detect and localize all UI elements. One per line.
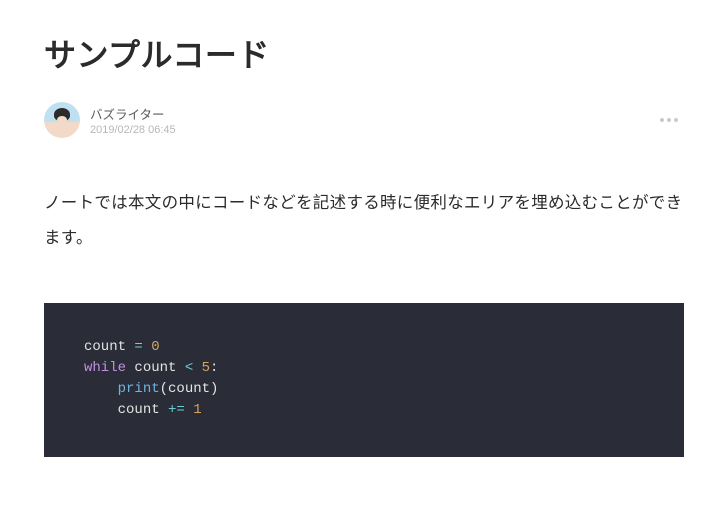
code-token: : [210, 360, 218, 376]
dots-icon [667, 118, 671, 122]
author-meta: バズライター 2019/02/28 06:45 [90, 104, 176, 136]
dots-icon [660, 118, 664, 122]
more-options-button[interactable] [654, 112, 684, 128]
code-token: 0 [151, 339, 159, 355]
author-name[interactable]: バズライター [90, 104, 176, 123]
code-token [84, 381, 118, 397]
code-token: = [126, 339, 151, 355]
code-token: < [185, 360, 193, 376]
article-body: ノートでは本文の中にコードなどを記述する時に便利なエリアを埋め込むことができます… [44, 186, 684, 257]
code-token: 1 [193, 402, 201, 418]
code-token [84, 402, 118, 418]
code-token: print [118, 381, 160, 397]
avatar[interactable] [44, 102, 80, 138]
author-info[interactable]: バズライター 2019/02/28 06:45 [44, 102, 176, 138]
code-token: ( [160, 381, 168, 397]
code-token: 5 [202, 360, 210, 376]
code-token: while [84, 360, 126, 376]
code-token: ) [210, 381, 218, 397]
code-token [193, 360, 201, 376]
dots-icon [674, 118, 678, 122]
code-token: count [118, 402, 160, 418]
code-token: count [168, 381, 210, 397]
code-token: += [160, 402, 194, 418]
code-token: count [126, 360, 185, 376]
author-row: バズライター 2019/02/28 06:45 [44, 102, 684, 138]
post-date: 2019/02/28 06:45 [90, 124, 176, 136]
page-title: サンプルコード [44, 30, 684, 76]
code-block: count = 0 while count < 5: print(count) … [44, 303, 684, 457]
code-token: count [84, 339, 126, 355]
